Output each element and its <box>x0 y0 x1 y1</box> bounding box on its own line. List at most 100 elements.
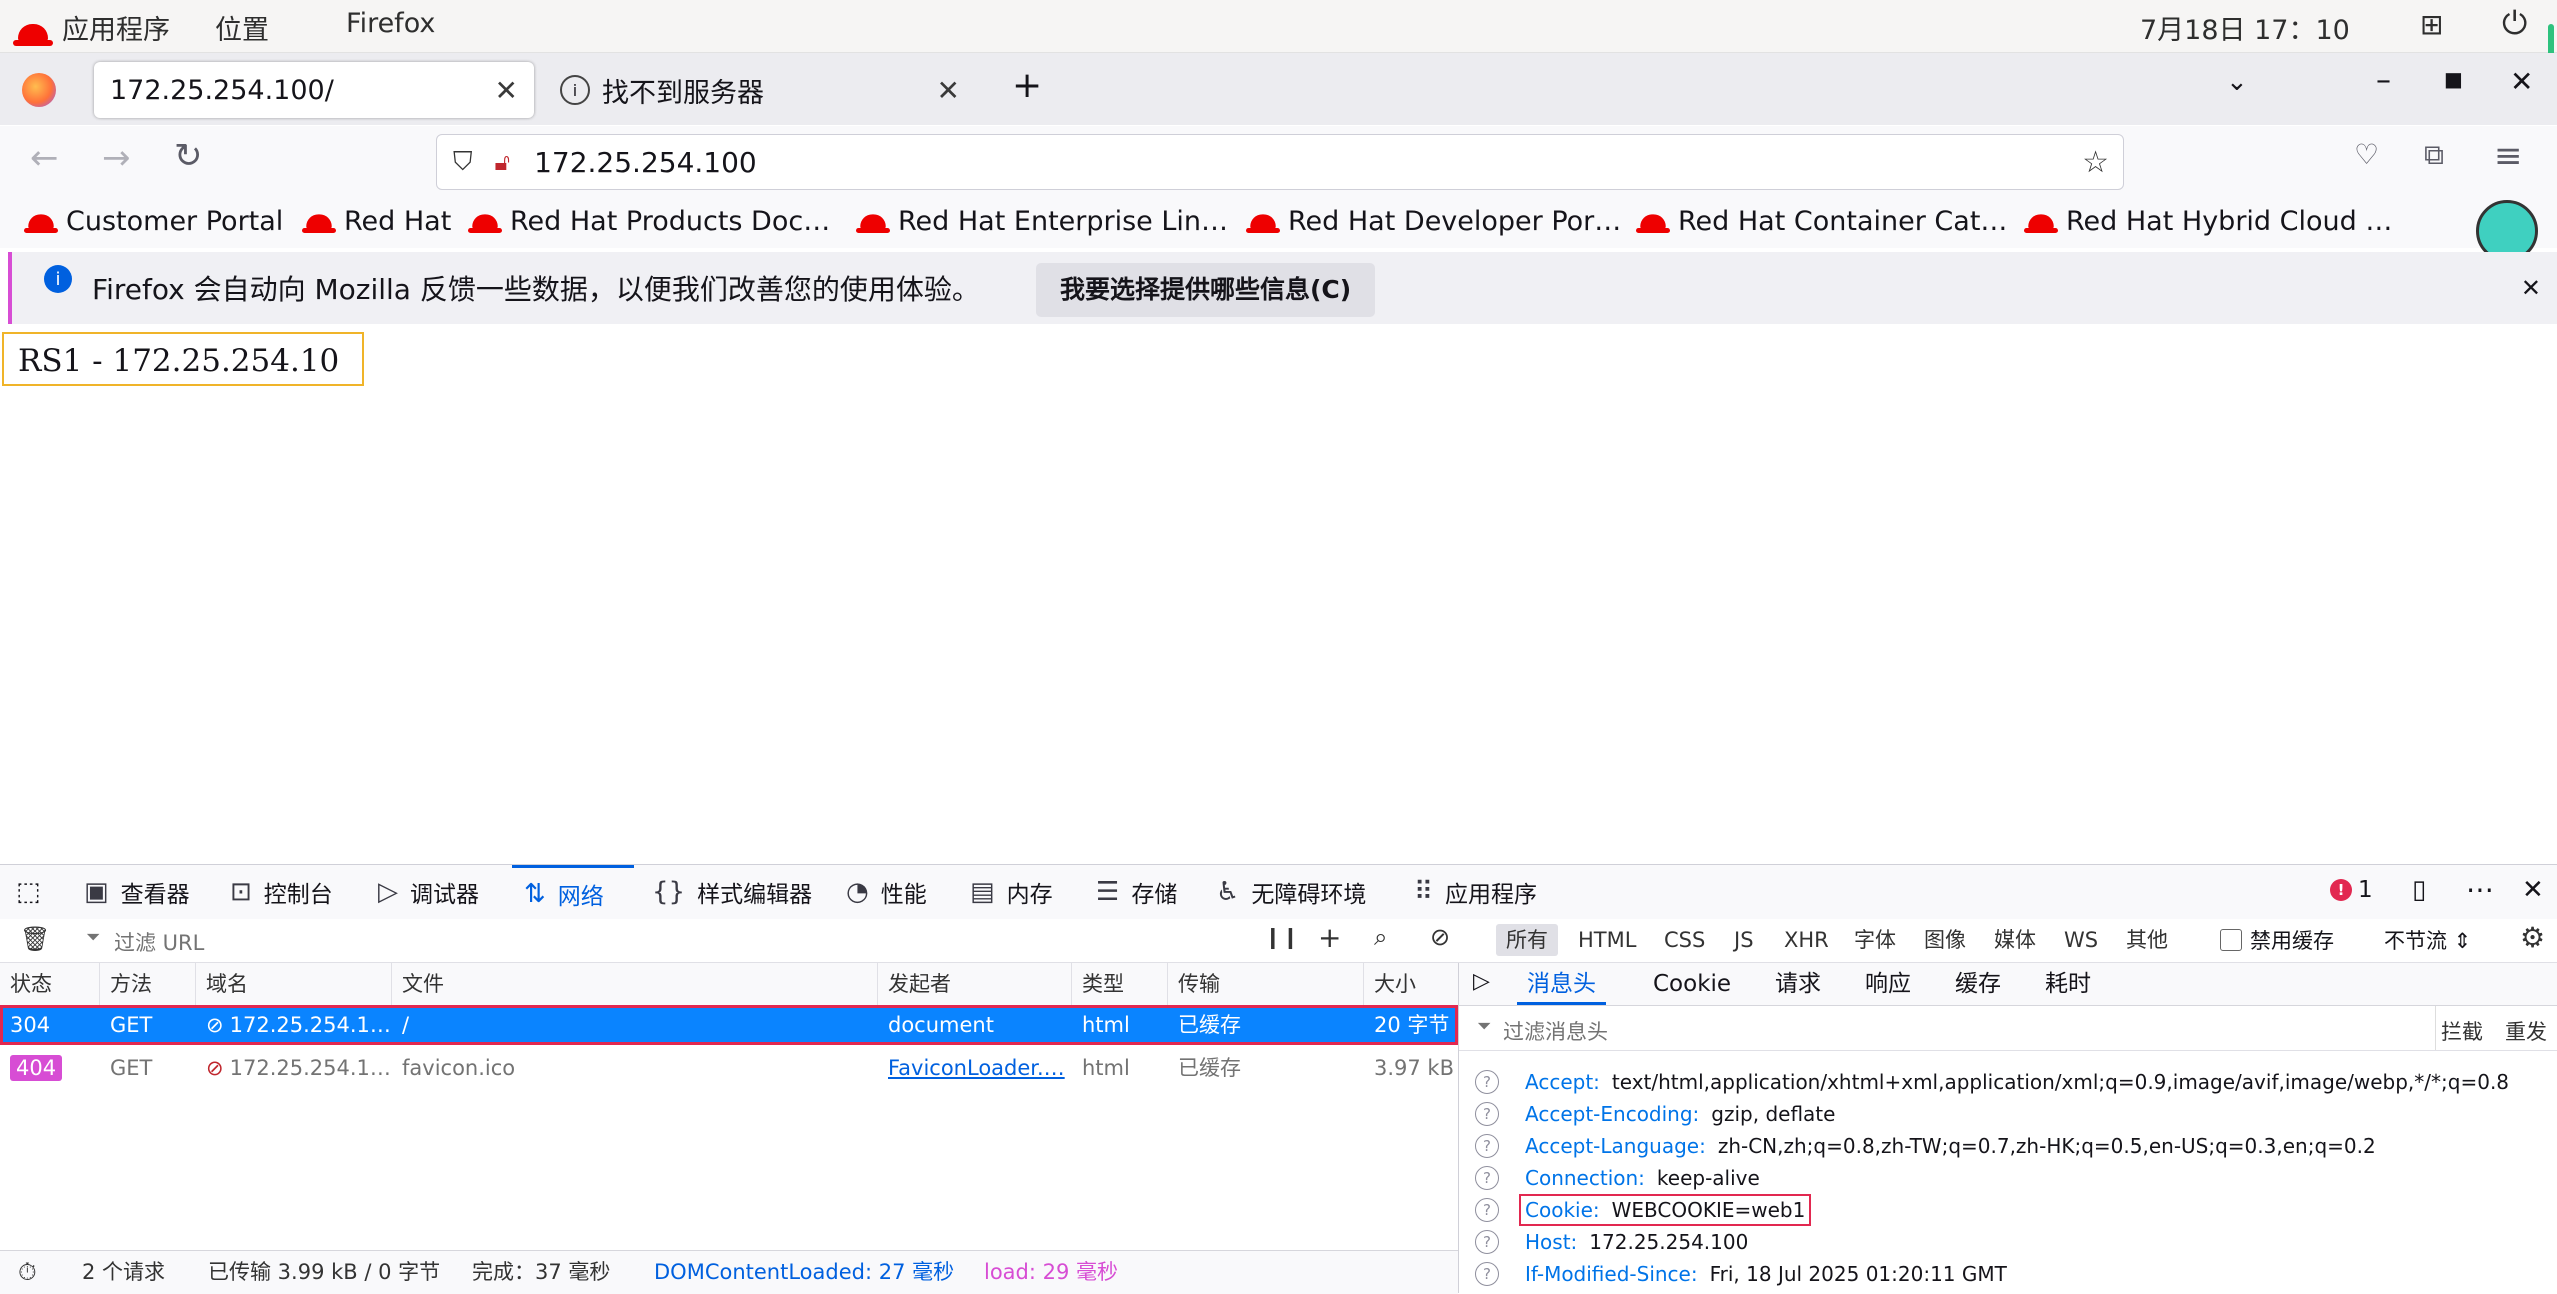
disable-cache-checkbox[interactable]: 禁用缓存 <box>2220 925 2334 955</box>
close-devtools-icon[interactable]: ✕ <box>2522 875 2544 905</box>
extensions-icon[interactable]: ⧉ <box>2424 138 2444 172</box>
bookmark-item[interactable]: Red Hat Container Cat… <box>1636 206 2007 237</box>
help-icon[interactable]: ? <box>1475 1262 1499 1286</box>
tab-debugger[interactable]: ▷ 调试器 <box>378 865 479 919</box>
more-options-icon[interactable]: ⋯ <box>2466 873 2494 906</box>
settings-gear-icon[interactable]: ⚙ <box>2520 921 2545 954</box>
help-icon[interactable]: ? <box>1475 1166 1499 1190</box>
filter-xhr[interactable]: XHR <box>1774 924 1839 956</box>
tab-active[interactable]: 172.25.254.100/ ✕ <box>94 62 534 118</box>
tab-accessibility[interactable]: ♿︎ 无障碍环境 <box>1216 865 1366 919</box>
minimize-icon[interactable]: – <box>2376 63 2391 98</box>
places-menu[interactable]: 位置 <box>215 8 269 47</box>
pause-icon[interactable]: ❙❙ <box>1264 925 1299 949</box>
help-icon[interactable]: ? <box>1475 1198 1499 1222</box>
tab-storage[interactable]: ☰ 存储 <box>1096 865 1177 919</box>
column-header[interactable]: 域名 <box>196 963 392 1005</box>
close-tab-icon[interactable]: ✕ <box>937 74 960 107</box>
bookmark-item[interactable]: Red Hat Enterprise Lin… <box>856 206 1228 237</box>
error-count-badge[interactable]: ! 1 <box>2330 877 2373 903</box>
filter-css[interactable]: CSS <box>1654 924 1715 956</box>
table-row[interactable]: 304 GET ⊘ 172.25.254.1… / document html 已… <box>0 1005 1458 1045</box>
clear-requests-icon[interactable]: 🗑︎ <box>20 925 50 953</box>
column-header[interactable]: 大小 <box>1364 963 1458 1005</box>
tab-performance[interactable]: ◔ 性能 <box>846 865 927 919</box>
new-tab-icon[interactable]: + <box>1012 65 1042 106</box>
block-icon[interactable]: ⊘ <box>1430 923 1450 951</box>
applications-menu[interactable]: 应用程序 <box>62 8 170 47</box>
back-icon[interactable]: ← <box>30 138 59 178</box>
column-header[interactable]: 传输 <box>1168 963 1364 1005</box>
url-bar[interactable]: ⛉ 🔓︎ 172.25.254.100 ☆ <box>436 134 2124 190</box>
initiator-link[interactable]: FaviconLoader.… <box>878 1048 1072 1088</box>
tab-cache[interactable]: 缓存 <box>1955 963 2001 1005</box>
timer-icon[interactable]: ⏱︎ <box>18 1251 37 1294</box>
help-icon[interactable]: ? <box>1475 1102 1499 1126</box>
column-header[interactable]: 文件 <box>392 963 878 1005</box>
maximize-icon[interactable]: ■ <box>2444 67 2463 91</box>
throttle-select[interactable]: 不节流 ⇕ <box>2384 925 2471 955</box>
power-icon[interactable]: ⏻ <box>2502 4 2527 43</box>
network-icon[interactable]: ⊞ <box>2420 8 2443 41</box>
close-tab-icon[interactable]: ✕ <box>495 74 518 107</box>
filter-js[interactable]: JS <box>1724 924 1764 956</box>
tab-network[interactable]: ⇅ 网络 <box>512 865 634 919</box>
close-window-icon[interactable]: ✕ <box>2510 65 2533 98</box>
tab-style-editor[interactable]: {} 样式编辑器 <box>652 865 812 919</box>
resend-button[interactable]: 重发 <box>2505 1016 2547 1046</box>
tab-timings[interactable]: 耗时 <box>2045 963 2091 1005</box>
app-menu-icon[interactable]: ≡ <box>2494 136 2523 176</box>
firefox-menu-icon[interactable] <box>22 73 56 107</box>
bookmark-item[interactable]: Customer Portal <box>24 206 283 237</box>
active-app-name[interactable]: Firefox <box>346 8 435 39</box>
tab-response[interactable]: 响应 <box>1865 963 1911 1005</box>
url-text[interactable]: 172.25.254.100 <box>534 146 757 179</box>
tab-request[interactable]: 请求 <box>1775 963 1821 1005</box>
tab-inactive[interactable]: i 找不到服务器 ✕ <box>556 62 976 118</box>
help-icon[interactable]: ? <box>1475 1134 1499 1158</box>
choose-data-button[interactable]: 我要选择提供哪些信息(C) <box>1036 263 1376 317</box>
add-request-icon[interactable]: + <box>1318 921 1341 954</box>
column-header[interactable]: 发起者 <box>878 963 1072 1005</box>
tab-console[interactable]: ⊡ 控制台 <box>230 865 333 919</box>
redhat-favicon-icon <box>2024 213 2058 233</box>
filter-media[interactable]: 媒体 <box>1984 924 2046 956</box>
filter-ws[interactable]: WS <box>2054 924 2108 956</box>
block-button[interactable]: 拦截 <box>2441 1016 2483 1046</box>
header-filter-input[interactable]: 过滤消息头 <box>1503 1016 1608 1046</box>
bookmark-star-icon[interactable]: ☆ <box>2082 145 2109 180</box>
filter-all[interactable]: 所有 <box>1496 924 1558 956</box>
insecure-lock-icon[interactable]: 🔓︎ <box>495 148 511 176</box>
clock[interactable]: 7月18日 17：10 <box>2140 8 2350 47</box>
bookmark-item[interactable]: Red Hat Products Doc… <box>468 206 830 237</box>
tab-headers[interactable]: 消息头 <box>1517 963 1606 1005</box>
table-row[interactable]: 404 GET ⊘ 172.25.254.1… favicon.ico Favic… <box>0 1048 1458 1088</box>
bookmark-item[interactable]: Red Hat Hybrid Cloud … <box>2024 206 2392 237</box>
tab-cookies[interactable]: Cookie <box>1653 963 1731 1005</box>
column-header[interactable]: 类型 <box>1072 963 1168 1005</box>
url-filter-input[interactable]: 过滤 URL <box>114 927 204 957</box>
filter-images[interactable]: 图像 <box>1914 924 1976 956</box>
reload-icon[interactable]: ↻ <box>174 136 203 176</box>
column-header[interactable]: 方法 <box>100 963 196 1005</box>
help-icon[interactable]: ? <box>1475 1230 1499 1254</box>
filter-html[interactable]: HTML <box>1568 924 1646 956</box>
tab-memory[interactable]: ▤ 内存 <box>970 865 1053 919</box>
list-all-tabs-icon[interactable]: ⌄ <box>2226 67 2248 97</box>
pocket-icon[interactable]: ♡ <box>2354 138 2379 171</box>
filter-other[interactable]: 其他 <box>2116 924 2178 956</box>
help-icon[interactable]: ? <box>1475 1070 1499 1094</box>
column-header[interactable]: 状态 <box>0 963 100 1005</box>
element-picker-icon[interactable]: ⬚ <box>16 877 41 907</box>
tab-application[interactable]: ⠿ 应用程序 <box>1414 865 1537 919</box>
tab-inspector[interactable]: ▣ 查看器 <box>84 865 190 919</box>
search-icon[interactable]: ⌕ <box>1374 923 1387 951</box>
filter-fonts[interactable]: 字体 <box>1844 924 1906 956</box>
dock-toggle-icon[interactable]: ▯ <box>2412 875 2426 905</box>
bookmark-item[interactable]: Red Hat <box>302 206 451 237</box>
tracking-shield-icon[interactable]: ⛉ <box>453 147 473 178</box>
bookmark-item[interactable]: Red Hat Developer Por… <box>1246 206 1621 237</box>
toggle-sidebar-icon[interactable]: ▷ <box>1473 969 1490 994</box>
forward-icon[interactable]: → <box>102 138 131 178</box>
close-notice-icon[interactable]: ✕ <box>2521 274 2541 302</box>
